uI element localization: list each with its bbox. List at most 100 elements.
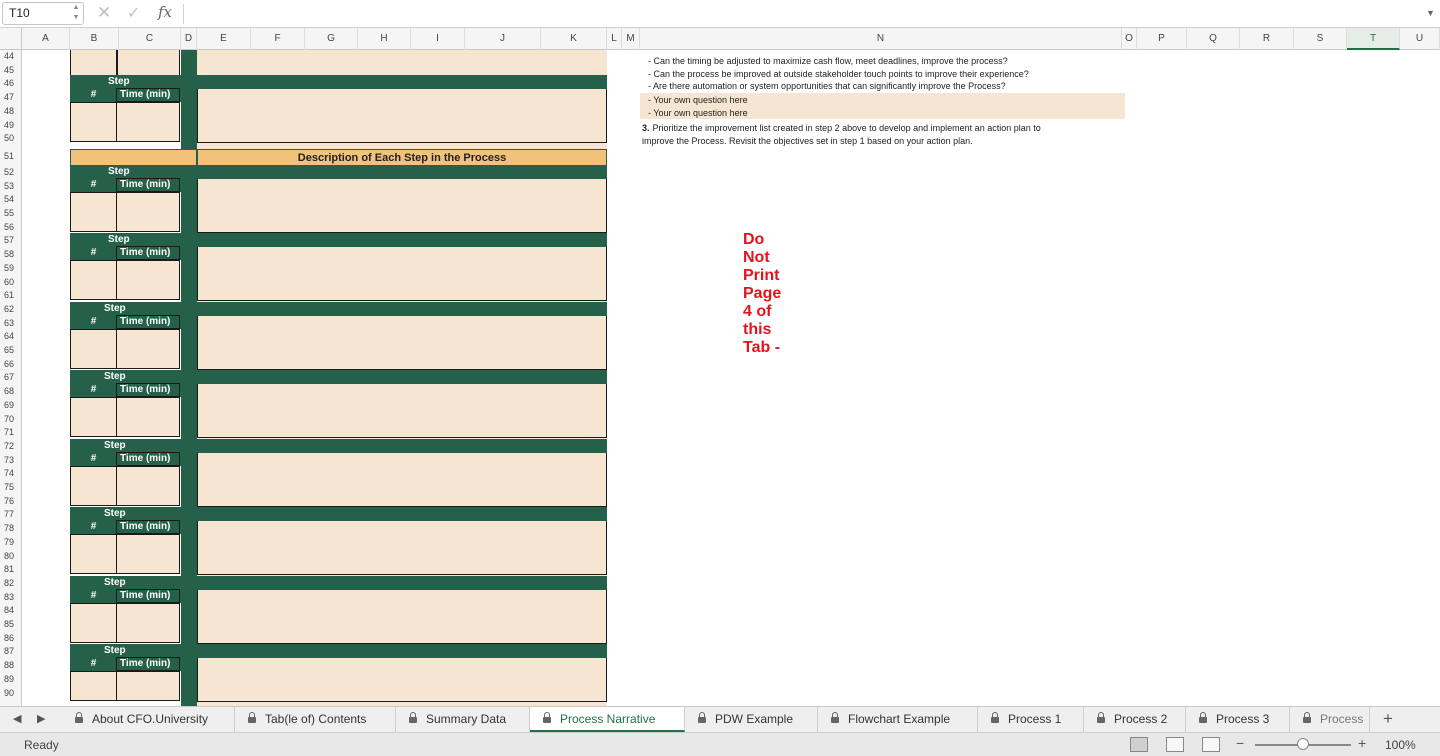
sheet-tab-process-2[interactable]: Process 2 [1084,707,1186,732]
step-10-description-cell[interactable] [197,315,607,370]
row-header-79[interactable]: 79 [0,536,21,550]
column-header-m[interactable]: M [622,28,640,50]
step-7-number-cell[interactable] [70,102,117,143]
step-14-time-cell[interactable] [116,602,180,643]
row-header-62[interactable]: 62 [0,303,21,317]
column-header-q[interactable]: Q [1187,28,1240,50]
row-header-51[interactable]: 51 [0,146,21,166]
row-header-67[interactable]: 67 [0,371,21,385]
row-header-57[interactable]: 57 [0,234,21,248]
row-header-70[interactable]: 70 [0,413,21,427]
row-header-46[interactable]: 46 [0,77,21,91]
function-icon[interactable]: fx [158,3,172,21]
column-header-a[interactable]: A [22,28,70,50]
row-header-45[interactable]: 45 [0,64,21,78]
step-13-description-cell[interactable] [197,521,607,576]
step-12-number-cell[interactable] [70,465,117,506]
expand-formula-icon[interactable]: ▼ [1426,8,1435,18]
step-12-time-cell[interactable] [116,465,180,506]
row-header-71[interactable]: 71 [0,426,21,440]
step-15-time-cell[interactable] [116,671,180,702]
row-header-50[interactable]: 50 [0,132,21,146]
row-header-74[interactable]: 74 [0,467,21,481]
row-header-54[interactable]: 54 [0,193,21,207]
row-header-78[interactable]: 78 [0,522,21,536]
row-header-69[interactable]: 69 [0,399,21,413]
row-header-73[interactable]: 73 [0,454,21,468]
row-header-77[interactable]: 77 [0,508,21,522]
step-9-number-cell[interactable] [70,260,117,301]
sheet-tab-process-narrative[interactable]: Process Narrative [530,707,685,732]
column-header-k[interactable]: K [541,28,607,50]
row-header-58[interactable]: 58 [0,248,21,262]
sheet-tab-process[interactable]: Process [1290,707,1370,732]
step-14-description-cell[interactable] [197,589,607,644]
step-12-description-cell[interactable] [197,452,607,507]
row-header-61[interactable]: 61 [0,289,21,303]
enter-check-icon[interactable]: ✓ [127,3,140,23]
step-8-description-cell[interactable] [197,178,607,233]
row-header-55[interactable]: 55 [0,207,21,221]
row-header-65[interactable]: 65 [0,344,21,358]
step-10-number-cell[interactable] [70,328,117,369]
step-11-description-cell[interactable] [197,384,607,439]
step-14-number-cell[interactable] [70,602,117,643]
spreadsheet-grid[interactable]: Description of Each Step in the Process S… [22,50,1440,706]
step-7-time-cell[interactable] [116,102,180,143]
row-header-89[interactable]: 89 [0,673,21,687]
row-header-84[interactable]: 84 [0,604,21,618]
row-header-66[interactable]: 66 [0,358,21,372]
column-header-p[interactable]: P [1137,28,1187,50]
row-header-48[interactable]: 48 [0,105,21,119]
prev-sheet-icon[interactable]: ◀ [13,712,21,725]
step-9-time-cell[interactable] [116,260,180,301]
cancel-icon[interactable]: ✕ [97,3,111,23]
normal-view-icon[interactable] [1130,737,1148,752]
column-header-b[interactable]: B [70,28,119,50]
row-header-44[interactable]: 44 [0,50,21,64]
row-header-86[interactable]: 86 [0,632,21,646]
row-header-80[interactable]: 80 [0,550,21,564]
step-8-time-cell[interactable] [116,191,180,232]
zoom-out-button[interactable]: − [1236,735,1244,751]
row-header-88[interactable]: 88 [0,659,21,673]
column-header-l[interactable]: L [607,28,622,50]
column-header-t[interactable]: T [1347,28,1400,50]
step-9-description-cell[interactable] [197,247,607,302]
step-13-number-cell[interactable] [70,534,117,575]
name-box-stepper-icon[interactable]: ▲ ▼ [70,3,82,23]
row-header-60[interactable]: 60 [0,276,21,290]
sheet-tab-flowchart-example[interactable]: Flowchart Example [818,707,978,732]
column-header-u[interactable]: U [1400,28,1440,50]
column-header-g[interactable]: G [305,28,358,50]
step-13-time-cell[interactable] [116,534,180,575]
page-layout-view-icon[interactable] [1166,737,1184,752]
add-sheet-button[interactable]: + [1383,709,1393,729]
zoom-in-button[interactable]: + [1358,735,1366,751]
column-header-i[interactable]: I [411,28,465,50]
next-sheet-icon[interactable]: ▶ [37,712,45,725]
row-header-56[interactable]: 56 [0,221,21,235]
column-header-c[interactable]: C [119,28,181,50]
row-header-72[interactable]: 72 [0,440,21,454]
step-10-time-cell[interactable] [116,328,180,369]
column-header-h[interactable]: H [358,28,411,50]
sheet-tab-process-3[interactable]: Process 3 [1186,707,1290,732]
row-header-87[interactable]: 87 [0,645,21,659]
row-header-59[interactable]: 59 [0,262,21,276]
row-header-83[interactable]: 83 [0,591,21,605]
column-header-o[interactable]: O [1122,28,1137,50]
row-header-82[interactable]: 82 [0,577,21,591]
zoom-slider-handle[interactable] [1297,738,1309,750]
column-header-j[interactable]: J [465,28,541,50]
row-header-90[interactable]: 90 [0,687,21,701]
page-break-view-icon[interactable] [1202,737,1220,752]
column-header-s[interactable]: S [1294,28,1347,50]
sheet-tab-about-cfo-university[interactable]: About CFO.University [62,707,235,732]
row-header-52[interactable]: 52 [0,166,21,180]
column-header-n[interactable]: N [640,28,1122,50]
row-header-47[interactable]: 47 [0,91,21,105]
step-7-description-cell[interactable] [197,89,607,144]
row-header-85[interactable]: 85 [0,618,21,632]
row-header-75[interactable]: 75 [0,481,21,495]
